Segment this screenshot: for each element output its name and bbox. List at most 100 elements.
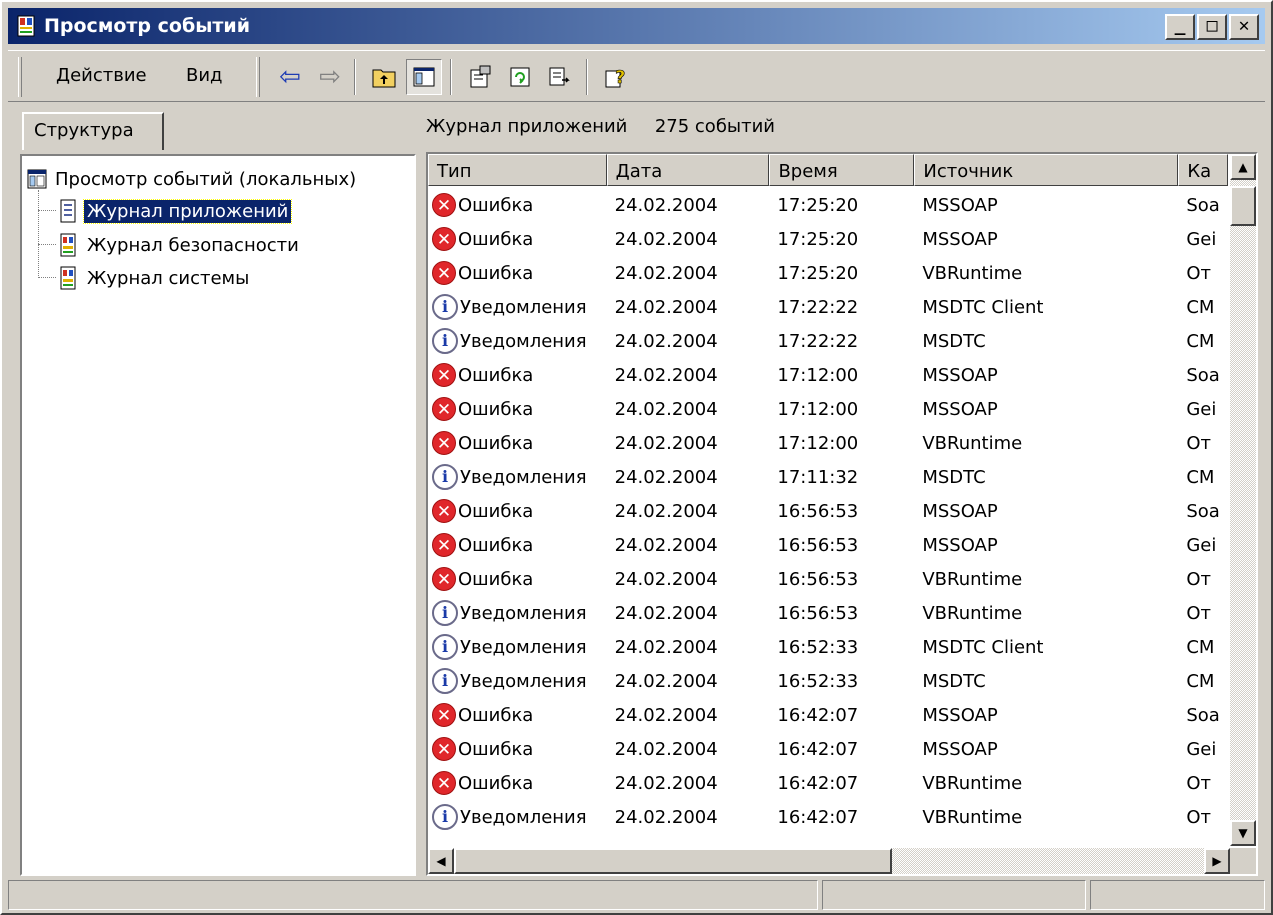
error-icon: ✕ bbox=[432, 533, 456, 557]
minimize-button[interactable]: _ bbox=[1165, 14, 1195, 40]
scroll-right-button[interactable]: ▶ bbox=[1204, 848, 1230, 874]
scroll-left-button[interactable]: ◀ bbox=[428, 848, 454, 874]
cell-date-text: 24.02.2004 bbox=[614, 500, 718, 522]
scroll-up-button[interactable]: ▲ bbox=[1230, 154, 1256, 180]
column-header-date[interactable]: Дата bbox=[606, 154, 770, 186]
table-row[interactable]: ✕ Ошибка 24.02.2004 17:12:00 MSSOAP Gei bbox=[428, 392, 1228, 426]
cell-time: 17:22:22 bbox=[769, 297, 914, 318]
svg-text:?: ? bbox=[615, 67, 625, 88]
cell-time-text: 16:42:07 bbox=[777, 738, 859, 760]
table-row[interactable]: ✕ Ошибка 24.02.2004 16:42:07 VBRuntime От bbox=[428, 766, 1228, 800]
cell-time: 17:12:00 bbox=[769, 399, 914, 420]
menu-grip[interactable] bbox=[18, 57, 22, 97]
refresh-button[interactable] bbox=[502, 59, 538, 95]
tree-root[interactable]: Просмотр событий (локальных) bbox=[26, 164, 359, 194]
cell-date: 24.02.2004 bbox=[607, 569, 770, 590]
column-header-category[interactable]: Ка bbox=[1178, 154, 1229, 186]
minimize-icon: _ bbox=[1174, 15, 1186, 36]
tree-item-label: Журнал приложений bbox=[82, 198, 293, 224]
menu-action[interactable]: Действие bbox=[56, 65, 147, 86]
cell-date-text: 24.02.2004 bbox=[614, 262, 718, 284]
table-row[interactable]: ✕ Ошибка 24.02.2004 16:56:53 MSSOAP Soa bbox=[428, 494, 1228, 528]
cell-date: 24.02.2004 bbox=[607, 229, 770, 250]
information-icon: i bbox=[432, 668, 458, 694]
menu-view[interactable]: Вид bbox=[186, 65, 223, 86]
cell-category: Gei bbox=[1178, 229, 1228, 250]
cell-source: MSDTC Client bbox=[914, 297, 1178, 318]
cell-time: 17:12:00 bbox=[769, 365, 914, 386]
table-row[interactable]: ✕ Ошибка 24.02.2004 16:56:53 MSSOAP Gei bbox=[428, 528, 1228, 562]
cell-category: CM bbox=[1178, 467, 1228, 488]
cell-type: ✕ Ошибка bbox=[428, 737, 607, 761]
cell-source-text: MSSOAP bbox=[922, 194, 998, 216]
forward-button[interactable]: ⇨ bbox=[312, 59, 348, 95]
arrow-down-icon: ▼ bbox=[1238, 826, 1248, 840]
table-row[interactable]: ✕ Ошибка 24.02.2004 17:25:20 VBRuntime От bbox=[428, 256, 1228, 290]
help-button[interactable]: ? bbox=[598, 59, 634, 95]
tree-connector bbox=[38, 277, 56, 278]
table-row[interactable]: ✕ Ошибка 24.02.2004 17:25:20 MSSOAP Gei bbox=[428, 222, 1228, 256]
table-row[interactable]: ✕ Ошибка 24.02.2004 16:42:07 MSSOAP Gei bbox=[428, 732, 1228, 766]
tree-item-label: Журнал безопасности bbox=[87, 234, 299, 256]
table-row[interactable]: ✕ Ошибка 24.02.2004 16:42:07 MSSOAP Soa bbox=[428, 698, 1228, 732]
up-level-button[interactable] bbox=[366, 59, 402, 95]
column-header-type[interactable]: Тип bbox=[428, 154, 607, 186]
back-button[interactable]: ⇦ bbox=[272, 59, 308, 95]
cell-source: MSSOAP bbox=[914, 501, 1178, 522]
cell-time: 17:22:22 bbox=[769, 331, 914, 352]
table-row[interactable]: i Уведомления 24.02.2004 17:11:32 MSDTC CM bbox=[428, 460, 1228, 494]
refresh-icon bbox=[510, 67, 530, 87]
cell-time: 17:25:20 bbox=[769, 195, 914, 216]
cell-source-text: MSDTC Client bbox=[922, 296, 1044, 318]
table-row[interactable]: i Уведомления 24.02.2004 17:22:22 MSDTC Clie… bbox=[428, 290, 1228, 324]
toolbar-separator bbox=[450, 59, 452, 95]
cell-category: CM bbox=[1178, 331, 1228, 352]
vertical-scrollbar[interactable]: ▲ ▼ bbox=[1230, 154, 1256, 846]
tab-structure[interactable]: Структура bbox=[22, 112, 164, 150]
tree-item-security-log[interactable]: Журнал безопасности bbox=[58, 230, 302, 260]
table-row[interactable]: i Уведомления 24.02.2004 16:56:53 VBRuntime О… bbox=[428, 596, 1228, 630]
table-row[interactable]: ✕ Ошибка 24.02.2004 16:56:53 VBRuntime От bbox=[428, 562, 1228, 596]
table-row[interactable]: ✕ Ошибка 24.02.2004 17:12:00 MSSOAP Soa bbox=[428, 358, 1228, 392]
cell-date-text: 24.02.2004 bbox=[614, 194, 718, 216]
cell-time: 16:56:53 bbox=[769, 501, 914, 522]
tree-item-system-log[interactable]: Журнал системы bbox=[58, 263, 252, 293]
information-icon: i bbox=[432, 600, 458, 626]
column-header-time[interactable]: Время bbox=[769, 154, 915, 186]
forward-arrow-icon: ⇨ bbox=[319, 62, 341, 92]
table-row[interactable]: i Уведомления 24.02.2004 16:52:33 MSDTC CM bbox=[428, 664, 1228, 698]
tree-item-label: Журнал системы bbox=[87, 267, 250, 289]
cell-time-text: 17:12:00 bbox=[777, 364, 859, 386]
scroll-down-button[interactable]: ▼ bbox=[1230, 820, 1256, 846]
cell-time-text: 16:42:07 bbox=[777, 806, 859, 828]
cell-date: 24.02.2004 bbox=[607, 603, 770, 624]
close-button[interactable]: ✕ bbox=[1229, 14, 1259, 40]
tree-item-application-log[interactable]: Журнал приложений bbox=[58, 196, 293, 226]
scrollbar-corner bbox=[1230, 848, 1256, 874]
export-list-button[interactable] bbox=[542, 59, 578, 95]
table-row[interactable]: ✕ Ошибка 24.02.2004 17:25:20 MSSOAP Soa bbox=[428, 188, 1228, 222]
table-row[interactable]: i Уведомления 24.02.2004 17:22:22 MSDTC CM bbox=[428, 324, 1228, 358]
cell-source: MSSOAP bbox=[914, 705, 1178, 726]
cell-date-text: 24.02.2004 bbox=[614, 806, 718, 828]
horizontal-scrollbar[interactable]: ◀ ▶ bbox=[428, 848, 1230, 874]
close-icon: ✕ bbox=[1238, 15, 1250, 36]
cell-source-text: MSDTC bbox=[922, 670, 986, 692]
table-row[interactable]: i Уведомления 24.02.2004 16:52:33 MSDTC Clie… bbox=[428, 630, 1228, 664]
show-hide-tree-button[interactable] bbox=[406, 59, 442, 95]
column-header-source[interactable]: Источник bbox=[914, 154, 1179, 186]
table-row[interactable]: ✕ Ошибка 24.02.2004 17:12:00 VBRuntime От bbox=[428, 426, 1228, 460]
title-bar[interactable]: Просмотр событий _ □ ✕ bbox=[8, 8, 1265, 44]
error-icon: ✕ bbox=[432, 567, 456, 591]
cell-source: MSDTC bbox=[914, 671, 1178, 692]
toolbar-grip[interactable] bbox=[256, 57, 260, 97]
vertical-scroll-thumb[interactable] bbox=[1230, 186, 1256, 226]
table-row[interactable]: i Уведомления 24.02.2004 16:42:07 VBRuntime О… bbox=[428, 800, 1228, 834]
cell-category-text: От bbox=[1186, 772, 1211, 794]
properties-button[interactable] bbox=[462, 59, 498, 95]
horizontal-scroll-thumb[interactable] bbox=[454, 848, 892, 874]
maximize-button[interactable]: □ bbox=[1197, 14, 1227, 40]
cell-date-text: 24.02.2004 bbox=[614, 636, 718, 658]
cell-type: ✕ Ошибка bbox=[428, 261, 607, 285]
cell-category: Gei bbox=[1178, 739, 1228, 760]
